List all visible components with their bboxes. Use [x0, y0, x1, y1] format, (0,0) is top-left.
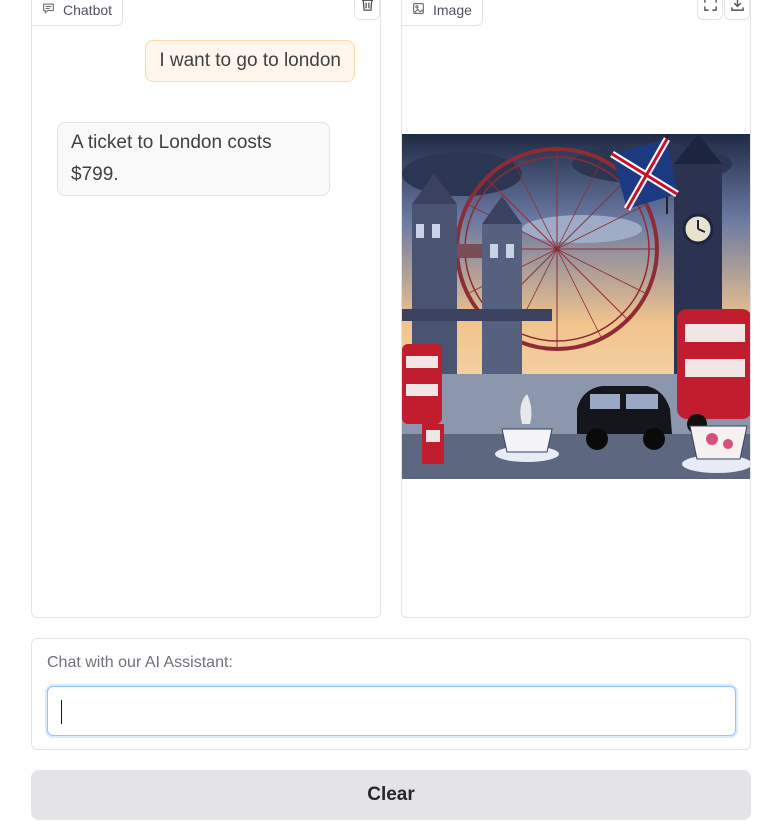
chatbot-panel: Chatbot I want to go to london A ticket … — [31, 0, 381, 618]
user-message: I want to go to london — [145, 40, 355, 82]
image-panel: Image — [401, 0, 751, 618]
red-telephone-box — [422, 424, 444, 464]
image-label-tab: Image — [402, 0, 483, 26]
image-label: Image — [433, 2, 472, 18]
trash-icon — [360, 0, 375, 17]
chatbot-label: Chatbot — [63, 2, 113, 18]
red-bus — [677, 309, 750, 434]
cloud — [522, 215, 642, 243]
chat-input-block: Chat with our AI Assistant: — [31, 638, 751, 750]
chat-input[interactable] — [47, 686, 736, 736]
text-cursor — [61, 700, 62, 724]
download-icon — [730, 0, 745, 17]
image-icon — [412, 2, 425, 18]
clear-button[interactable]: Clear — [31, 770, 751, 820]
chat-input-label: Chat with our AI Assistant: — [47, 654, 233, 671]
clear-chat-button[interactable] — [354, 0, 380, 20]
fullscreen-icon — [703, 0, 718, 17]
red-bus — [402, 344, 442, 424]
london-illustration — [402, 134, 750, 479]
bot-message: A ticket to London costs $799. — [57, 122, 330, 196]
download-button[interactable] — [724, 0, 750, 20]
fullscreen-button[interactable] — [697, 0, 723, 20]
chatbot-label-tab: Chatbot — [31, 0, 124, 26]
chat-bubble-icon — [42, 2, 55, 18]
